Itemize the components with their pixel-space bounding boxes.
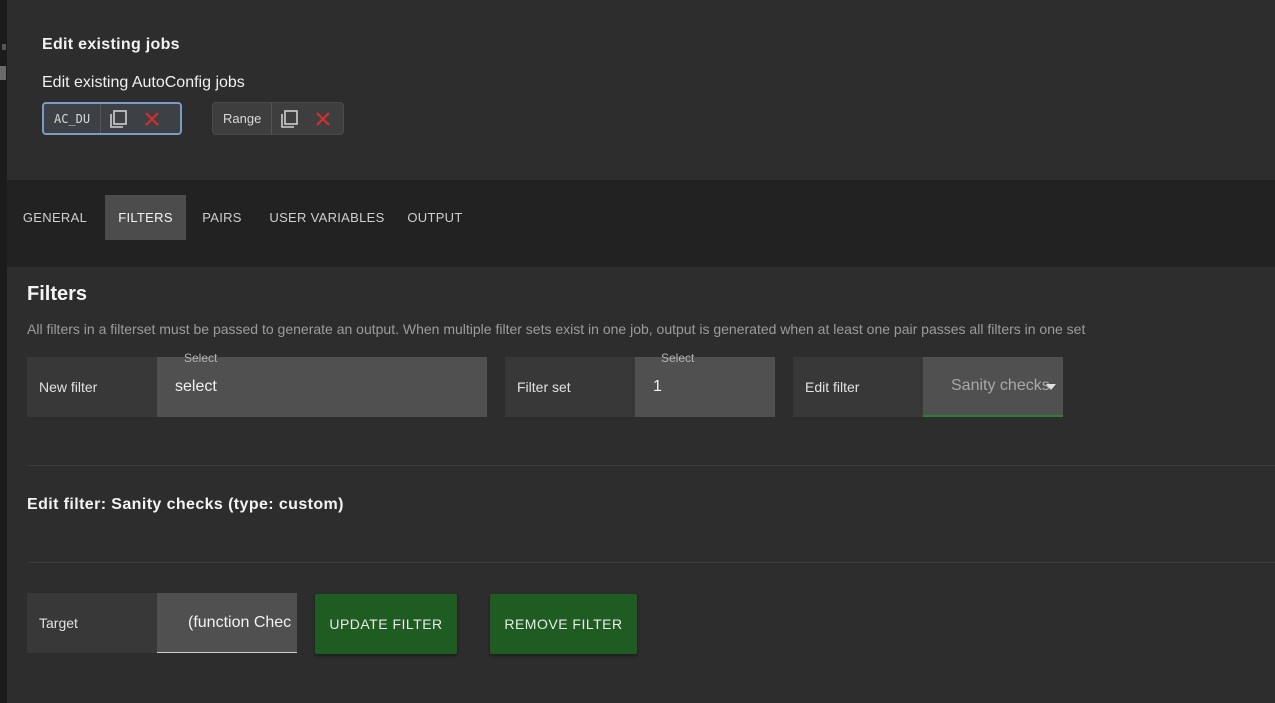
edit-filter-select[interactable]: Sanity checks xyxy=(923,357,1063,417)
duplicate-job-button[interactable] xyxy=(272,103,306,134)
job-chip-ac-du[interactable]: AC_DU xyxy=(42,102,182,135)
section-divider xyxy=(27,562,1275,563)
left-edge-strip xyxy=(0,0,7,703)
filter-set-label: Filter set xyxy=(505,357,635,417)
job-chip-label[interactable]: AC_DU xyxy=(44,104,102,133)
new-filter-value: select xyxy=(175,378,217,395)
tab-filters[interactable]: FILTERS xyxy=(105,195,186,240)
page-title: Edit existing jobs xyxy=(42,36,180,53)
new-filter-select[interactable]: select xyxy=(157,357,487,417)
edit-filter-heading: Edit filter: Sanity checks (type: custom… xyxy=(27,496,344,513)
delete-job-button[interactable] xyxy=(135,104,169,133)
edit-filter-label: Edit filter xyxy=(793,357,923,417)
section-title: Filters xyxy=(27,283,88,305)
tab-general[interactable]: GENERAL xyxy=(17,195,93,240)
target-label: Target xyxy=(27,593,157,653)
tab-pairs[interactable]: PAIRS xyxy=(197,195,247,240)
delete-job-button[interactable] xyxy=(306,103,340,134)
edge-mark xyxy=(2,44,6,50)
job-chip-range[interactable]: Range xyxy=(212,102,344,135)
edge-scroll-handle[interactable] xyxy=(0,66,6,80)
section-divider xyxy=(27,465,1275,466)
edit-filter-field: Edit filter Sanity checks xyxy=(793,357,1063,417)
close-icon xyxy=(145,111,159,126)
edit-filter-value: Sanity checks xyxy=(951,377,1050,394)
chevron-down-icon xyxy=(1046,384,1056,390)
duplicate-job-button[interactable] xyxy=(101,104,135,133)
target-input[interactable]: (function Chec xyxy=(157,593,297,653)
filter-set-select[interactable]: 1 xyxy=(635,357,775,417)
new-filter-float-label: Select xyxy=(184,351,218,365)
tab-output[interactable]: OUTPUT xyxy=(403,195,467,240)
new-filter-label: New filter xyxy=(27,357,157,417)
target-value: (function Chec xyxy=(188,613,292,631)
jobs-subtitle: Edit existing AutoConfig jobs xyxy=(42,74,245,91)
section-description: All filters in a filterset must be passe… xyxy=(27,321,1086,337)
copy-icon xyxy=(110,109,127,128)
remove-filter-button[interactable]: REMOVE FILTER xyxy=(490,594,637,654)
target-field: Target (function Chec xyxy=(27,593,297,653)
copy-icon xyxy=(281,109,299,128)
job-chip-label[interactable]: Range xyxy=(213,103,273,134)
filter-set-field: Filter set 1 xyxy=(505,357,775,417)
tab-bar: GENERAL FILTERS PAIRS USER VARIABLES OUT… xyxy=(7,180,1275,267)
filter-set-float-label: Select xyxy=(661,351,695,365)
new-filter-field: New filter select xyxy=(27,357,487,417)
tab-user-variables[interactable]: USER VARIABLES xyxy=(267,195,387,240)
close-icon xyxy=(316,111,331,126)
filter-set-value: 1 xyxy=(653,378,662,395)
update-filter-button[interactable]: UPDATE FILTER xyxy=(315,594,457,654)
